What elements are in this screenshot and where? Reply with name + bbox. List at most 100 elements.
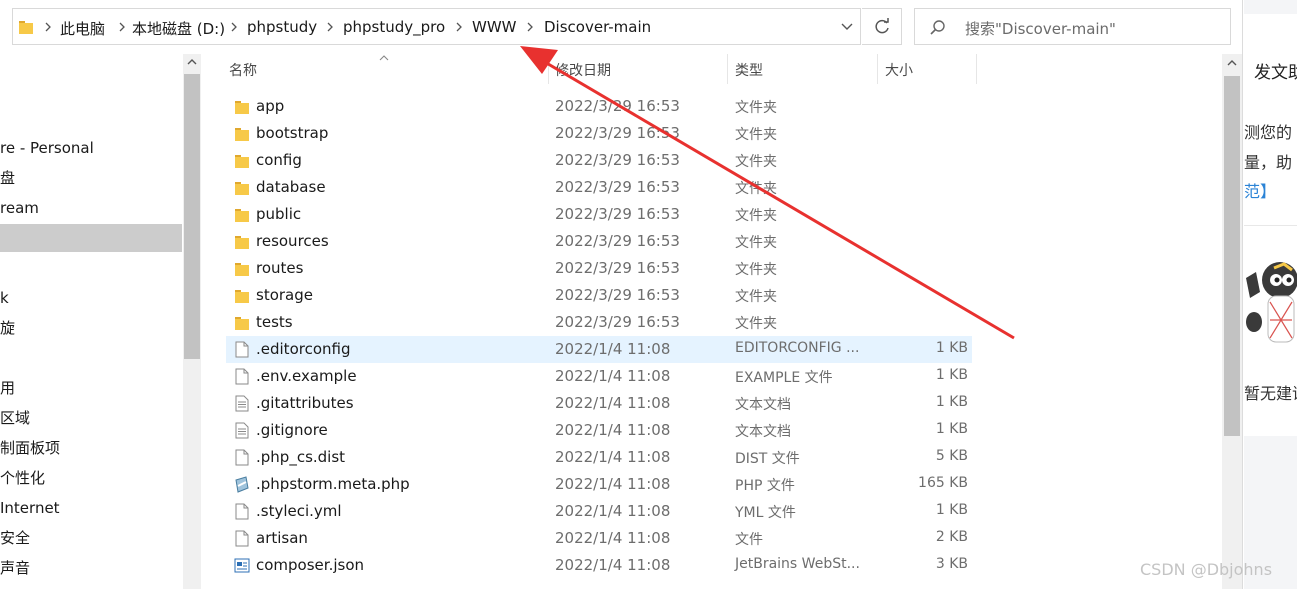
nav-item-label: 声音 (0, 559, 31, 577)
chevron-right-icon[interactable] (229, 21, 239, 33)
file-name: .env.example (256, 367, 357, 385)
file-row[interactable]: routes 2022/3/29 16:53 文件夹 (226, 255, 972, 282)
file-name: database (256, 178, 326, 196)
file-size: 1 KB (935, 340, 968, 356)
crumb-discover-main[interactable]: Discover-main (544, 18, 651, 36)
file-date: 2022/3/29 16:53 (555, 151, 680, 169)
panel-link[interactable]: 范】 (1244, 178, 1276, 202)
nav-item[interactable]: k (0, 284, 182, 312)
file-row[interactable]: .editorconfig 2022/1/4 11:08 EDITORCONFIG … (226, 336, 972, 363)
file-name: artisan (256, 529, 308, 547)
column-header-name[interactable]: 名称 (229, 60, 257, 80)
file-row[interactable]: resources 2022/3/29 16:53 文件夹 (226, 228, 972, 255)
nav-item[interactable]: 安全 (0, 524, 182, 552)
chevron-down-icon[interactable] (837, 19, 857, 35)
file-type: JetBrains WebSt... (735, 556, 860, 572)
file-row[interactable]: storage 2022/3/29 16:53 文件夹 (226, 282, 972, 309)
search-input[interactable]: 搜索"Discover-main" (914, 8, 1231, 45)
nav-item[interactable]: 个性化 (0, 464, 182, 492)
crumb-this-pc[interactable]: 此电脑 (60, 18, 105, 39)
column-header-date[interactable]: 修改日期 (555, 60, 611, 80)
file-type: EDITORCONFIG ... (735, 340, 860, 356)
file-row[interactable]: .styleci.yml 2022/1/4 11:08 YML 文件 1 KB (226, 498, 972, 525)
file-name: .php_cs.dist (256, 448, 346, 466)
crumb-www[interactable]: WWW (472, 18, 517, 36)
column-divider[interactable] (976, 54, 977, 84)
nav-item-onedrive[interactable]: re - Personal (0, 134, 182, 162)
column-divider[interactable] (727, 54, 728, 84)
file-list-scrollbar[interactable] (1222, 54, 1242, 589)
file-type: 文件夹 (735, 181, 777, 197)
chevron-right-icon[interactable] (525, 21, 535, 33)
crumb-drive-d[interactable]: 本地磁盘 (D:) (132, 18, 225, 39)
file-name: app (256, 97, 285, 115)
scroll-up-icon[interactable] (1227, 59, 1237, 67)
file-type: 文件夹 (735, 208, 777, 224)
file-name: bootstrap (256, 124, 329, 142)
file-name: config (256, 151, 302, 169)
folder-icon (235, 290, 249, 303)
json-file-icon (234, 558, 250, 573)
file-name: .phpstorm.meta.php (256, 475, 410, 493)
nav-item[interactable]: 旋 (0, 314, 182, 342)
file-row[interactable]: config 2022/3/29 16:53 文件夹 (226, 147, 972, 174)
search-placeholder: 搜索"Discover-main" (965, 20, 1116, 38)
file-date: 2022/3/29 16:53 (555, 124, 680, 142)
column-divider[interactable] (548, 54, 549, 84)
panel-empty-text: 暂无建议 (1244, 384, 1297, 403)
mascot-illustration-icon (1246, 262, 1297, 343)
nav-item[interactable]: 区域 (0, 404, 182, 432)
nav-item-label: 盘 (0, 169, 16, 187)
nav-item[interactable]: Internet (0, 494, 182, 522)
file-name: routes (256, 259, 304, 277)
file-row[interactable]: bootstrap 2022/3/29 16:53 文件夹 (226, 120, 972, 147)
nav-item-label: re - Personal (0, 139, 94, 157)
nav-scrollbar[interactable] (183, 54, 201, 589)
file-size: 2 KB (935, 529, 968, 545)
file-row[interactable]: database 2022/3/29 16:53 文件夹 (226, 174, 972, 201)
file-row[interactable]: .env.example 2022/1/4 11:08 EXAMPLE 文件 1 KB (226, 363, 972, 390)
file-date: 2022/3/29 16:53 (555, 205, 680, 223)
column-divider[interactable] (877, 54, 878, 84)
file-row[interactable]: app 2022/3/29 16:53 文件夹 (226, 93, 972, 120)
file-row[interactable]: tests 2022/3/29 16:53 文件夹 (226, 309, 972, 336)
nav-item-selected[interactable] (0, 224, 182, 252)
nav-item[interactable]: 声音 (0, 554, 182, 582)
file-row[interactable]: .php_cs.dist 2022/1/4 11:08 DIST 文件 5 KB (226, 444, 972, 471)
nav-item[interactable]: 盘 (0, 164, 182, 192)
file-row[interactable]: public 2022/3/29 16:53 文件夹 (226, 201, 972, 228)
file-row[interactable]: .phpstorm.meta.php 2022/1/4 11:08 PHP 文件 16… (226, 471, 972, 498)
file-row[interactable]: .gitattributes 2022/1/4 11:08 文本文档 1 KB (226, 390, 972, 417)
column-header-type[interactable]: 类型 (735, 60, 763, 80)
refresh-button[interactable] (862, 8, 902, 45)
file-row[interactable]: artisan 2022/1/4 11:08 文件 2 KB (226, 525, 972, 552)
file-row[interactable]: composer.json 2022/1/4 11:08 JetBrains Web… (226, 552, 972, 579)
folder-icon (235, 209, 249, 222)
nav-item[interactable]: 用 (0, 374, 182, 402)
file-size: 1 KB (935, 394, 968, 410)
file-scroll-thumb[interactable] (1224, 76, 1240, 436)
nav-item[interactable]: ream (0, 194, 182, 222)
nav-item[interactable]: 制面板项 (0, 434, 182, 462)
file-date: 2022/1/4 11:08 (555, 556, 671, 574)
address-bar[interactable]: 此电脑 本地磁盘 (D:) phpstudy phpstudy_pro WWW … (12, 8, 861, 45)
crumb-phpstudy[interactable]: phpstudy (247, 18, 317, 36)
column-header-size[interactable]: 大小 (885, 60, 913, 80)
file-date: 2022/3/29 16:53 (555, 97, 680, 115)
chevron-right-icon[interactable] (117, 21, 127, 33)
nav-item-label: 制面板项 (0, 439, 61, 457)
file-type: 文件夹 (735, 289, 777, 305)
chevron-right-icon[interactable] (325, 21, 335, 33)
panel-title: 发文助 (1254, 63, 1297, 83)
panel-text-line: 量，助 (1244, 153, 1293, 172)
file-row[interactable]: .gitignore 2022/1/4 11:08 文本文档 1 KB (226, 417, 972, 444)
nav-scroll-thumb[interactable] (184, 74, 200, 359)
chevron-right-icon[interactable] (43, 21, 53, 33)
file-date: 2022/3/29 16:53 (555, 259, 680, 277)
file-size: 1 KB (935, 367, 968, 383)
scroll-up-icon[interactable] (187, 58, 197, 66)
crumb-phpstudy-pro[interactable]: phpstudy_pro (343, 18, 445, 36)
file-size: 5 KB (935, 448, 968, 464)
file-size: 3 KB (935, 556, 968, 572)
chevron-right-icon[interactable] (454, 21, 464, 33)
